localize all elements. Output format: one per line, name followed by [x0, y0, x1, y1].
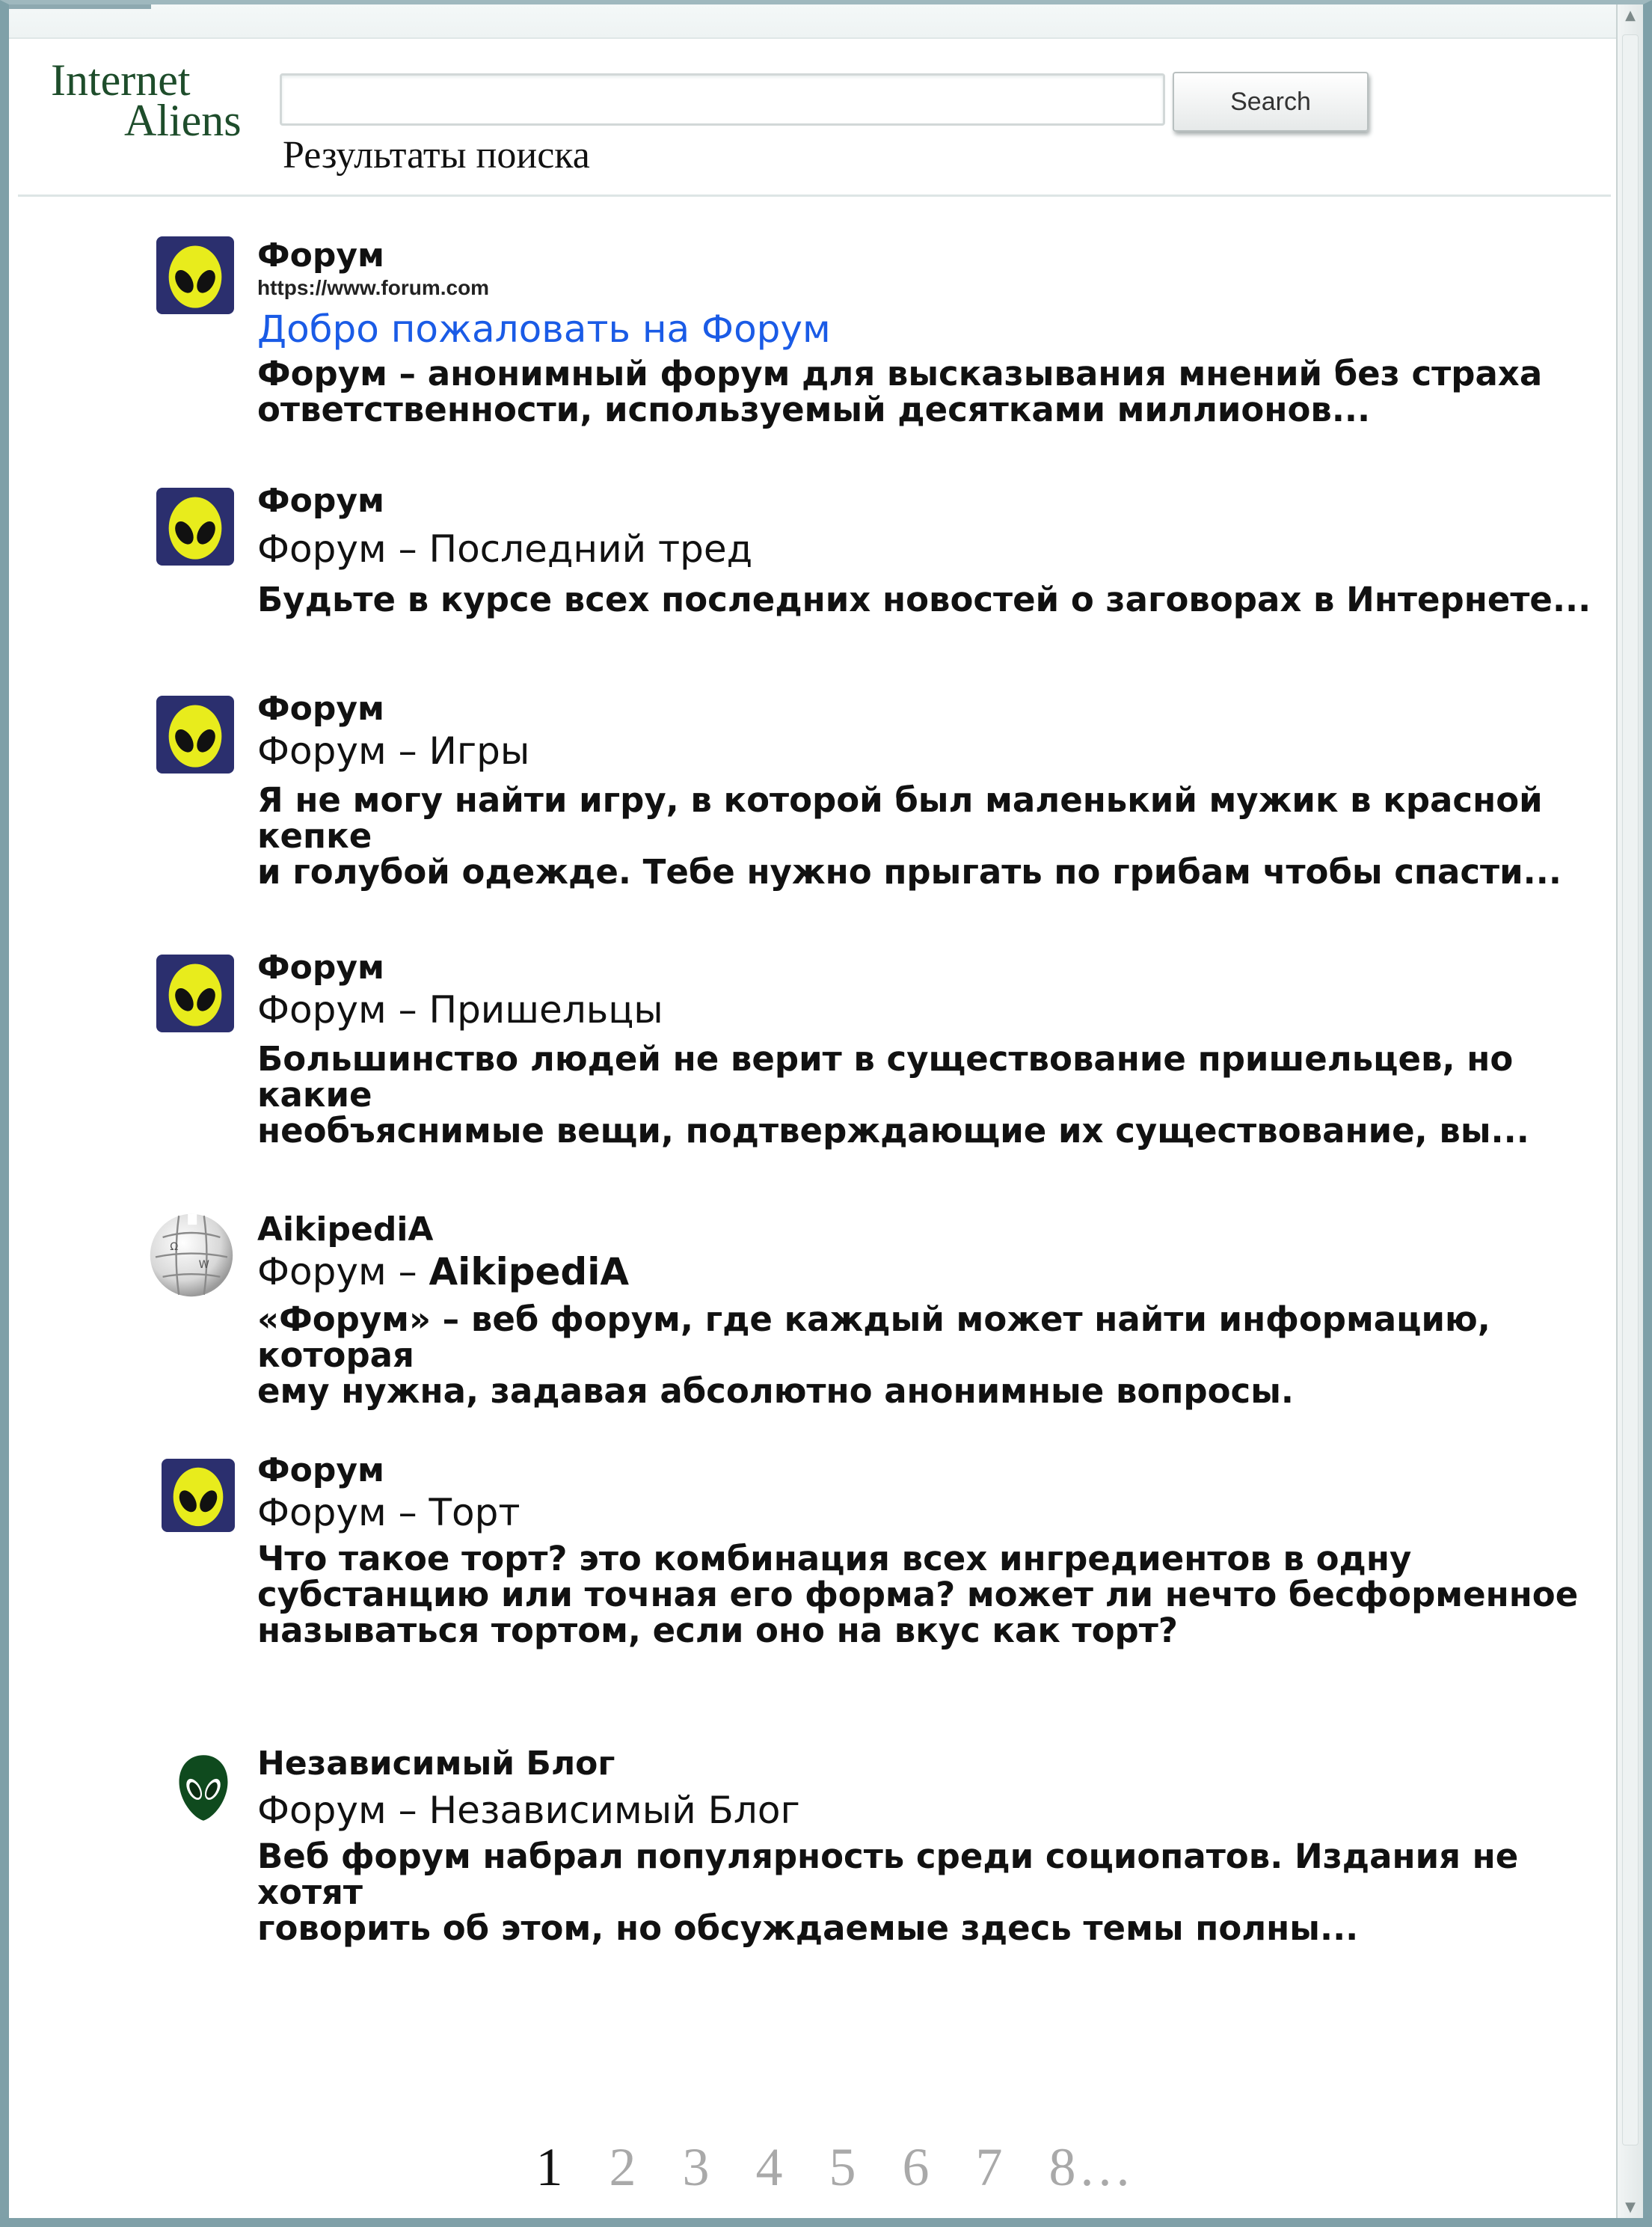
page-current[interactable]: 1	[536, 2136, 568, 2199]
result-title-link[interactable]: Форум – Независимый Блог	[257, 1788, 1603, 1833]
logo-line-2: Aliens	[124, 96, 242, 145]
alien-icon	[156, 696, 234, 774]
globe-puzzle-icon: Ω W	[147, 1210, 236, 1300]
result-url: https://www.forum.com	[257, 276, 490, 299]
alien-icon	[156, 236, 234, 314]
result-description: «Форум» – веб форум, где каждый может на…	[257, 1302, 1603, 1409]
description-line: Я не могу найти игру, в которой был мале…	[257, 780, 1543, 856]
results-heading: Результаты поиска	[283, 134, 590, 177]
vertical-scrollbar[interactable]: ▲ ▼	[1616, 4, 1643, 2218]
logo-line-1: Internet	[51, 55, 191, 105]
description-line: ему нужна, задавая абсолютно анонимные в…	[257, 1371, 1295, 1411]
result-site-name: Форум	[257, 482, 385, 520]
description-line: и голубой одежде. Тебе нужно прыгать по …	[257, 852, 1562, 892]
result-site-name: AikipediA	[257, 1210, 434, 1249]
browser-window: ▲ ▼ Internet Aliens Search Результаты по…	[0, 0, 1652, 2227]
alien-icon	[156, 488, 234, 566]
result-title-link[interactable]: Форум – Торт	[257, 1490, 1603, 1535]
tab-marker	[9, 4, 151, 9]
description-line: «Форум» – веб форум, где каждый может на…	[257, 1299, 1490, 1375]
result-title-link[interactable]: Форум – AikipediA	[257, 1249, 1603, 1294]
description-line: Большинство людей не верит в существован…	[257, 1039, 1514, 1115]
result-title-prefix: Форум –	[257, 1250, 417, 1293]
result-description: Форум – анонимный форум для высказывания…	[257, 356, 1603, 428]
search-button[interactable]: Search	[1173, 72, 1369, 132]
result-description: Я не могу найти игру, в которой был мале…	[257, 782, 1603, 890]
result-description: Большинство людей не верит в существован…	[257, 1041, 1603, 1149]
page-link-4[interactable]: 4	[756, 2136, 787, 2199]
description-line: необъяснимые вещи, подтверждающие их сущ…	[257, 1111, 1529, 1151]
description-line: говорить об этом, но обсуждаемые здесь т…	[257, 1908, 1359, 1948]
result-site-name: Форум	[257, 236, 385, 275]
page-link-3[interactable]: 3	[683, 2136, 714, 2199]
result-description: Что такое торт? это комбинация всех ингр…	[257, 1541, 1603, 1649]
description-line: называться тортом, если оно на вкус как …	[257, 1611, 1178, 1650]
alien-icon	[162, 1459, 235, 1532]
description-line: Форум – анонимный форум для высказывания…	[257, 354, 1543, 393]
scroll-down-arrow-icon[interactable]: ▼	[1618, 2199, 1643, 2215]
window-top-strip	[9, 4, 1643, 39]
result-title-link[interactable]: Форум – Игры	[257, 729, 1603, 774]
result-title-link[interactable]: Форум – Последний тред	[257, 527, 1603, 572]
scrollbar-thumb[interactable]	[1622, 34, 1639, 2145]
description-line: ответственности, используемый десятками …	[257, 390, 1371, 429]
description-line: Веб форум набрал популярность среди соци…	[257, 1837, 1519, 1912]
svg-text:W: W	[199, 1259, 209, 1271]
result-site-name: Форум	[257, 690, 385, 728]
page-link-2[interactable]: 2	[609, 2136, 641, 2199]
result-title-link[interactable]: Форум – Пришельцы	[257, 987, 1603, 1032]
svg-text:Ω: Ω	[170, 1241, 178, 1253]
green-alien-icon	[175, 1752, 232, 1824]
page-link-7[interactable]: 7	[976, 2136, 1007, 2199]
description-line: Что такое торт? это комбинация всех ингр…	[257, 1539, 1412, 1578]
page-link-5[interactable]: 5	[829, 2136, 861, 2199]
result-site-name: Независимый Блог	[257, 1744, 615, 1783]
result-site-name: Форум	[257, 949, 385, 987]
alien-icon	[156, 955, 234, 1032]
result-site-name: Форум	[257, 1451, 385, 1489]
page-link-8[interactable]: 8...	[1049, 2136, 1134, 2199]
search-header: Internet Aliens Search Результаты поиска	[18, 37, 1611, 197]
scroll-up-arrow-icon[interactable]: ▲	[1618, 7, 1643, 23]
result-description: Веб форум набрал популярность среди соци…	[257, 1839, 1603, 1946]
result-description: Будьте в курсе всех последних новостей о…	[257, 582, 1603, 618]
result-title-link[interactable]: Добро пожаловать на Форум	[257, 307, 1603, 352]
result-title-brand: AikipediA	[429, 1250, 630, 1293]
internet-aliens-logo[interactable]: Internet Aliens	[51, 55, 275, 145]
description-line: Будьте в курсе всех последних новостей о…	[257, 580, 1591, 619]
pagination: 1 2 3 4 5 6 7 8...	[9, 2136, 1643, 2199]
page-link-6[interactable]: 6	[903, 2136, 934, 2199]
search-input[interactable]	[280, 73, 1165, 126]
description-line: субстанцию или точная его форма? может л…	[257, 1575, 1579, 1614]
